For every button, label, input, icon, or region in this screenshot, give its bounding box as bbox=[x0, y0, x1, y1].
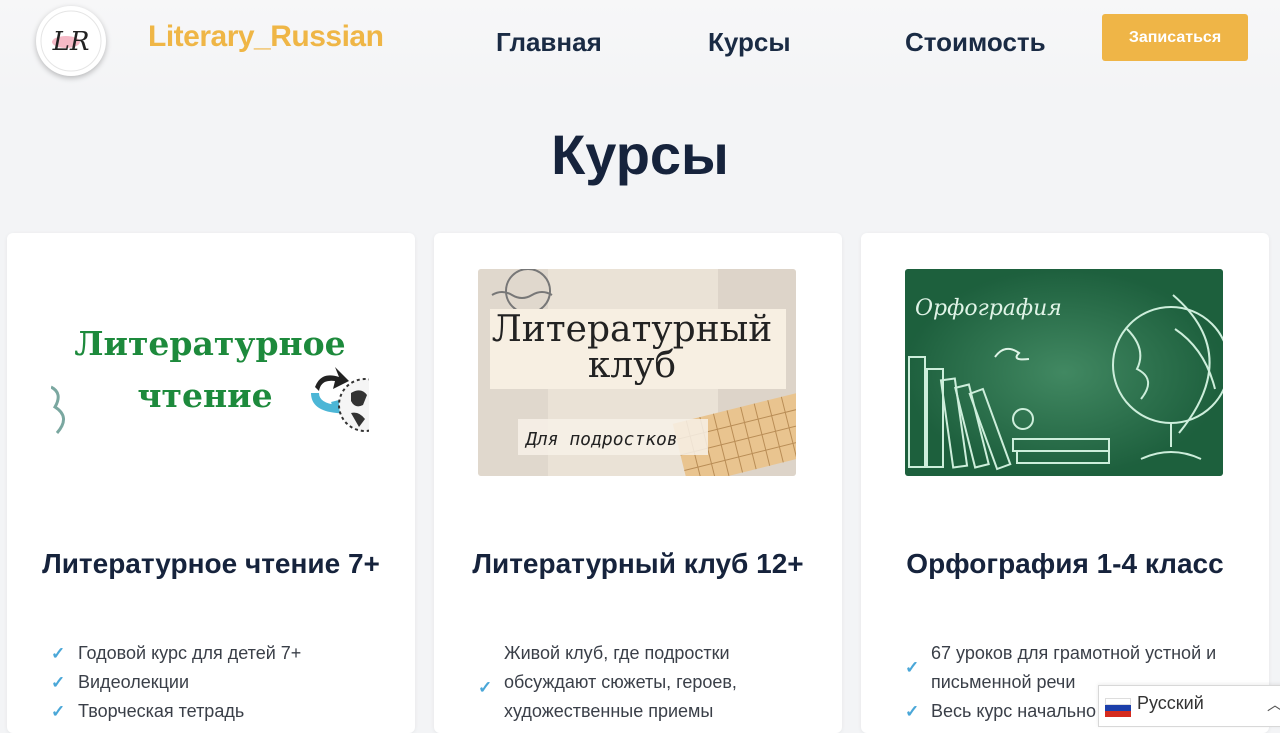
check-icon: ✓ bbox=[478, 678, 493, 697]
check-icon: ✓ bbox=[51, 644, 66, 663]
nav-pricing[interactable]: Стоимость bbox=[905, 27, 1046, 58]
language-switcher[interactable]: Русский ︿ bbox=[1098, 685, 1280, 727]
nav-home[interactable]: Главная bbox=[496, 27, 602, 58]
svg-text:Литературный: Литературный bbox=[492, 309, 773, 350]
check-icon: ✓ bbox=[51, 702, 66, 721]
course-image[interactable]: Литературный клуб Для подростков bbox=[478, 269, 796, 476]
list-item: ✓ Творческая тетрадь bbox=[51, 697, 381, 726]
svg-text:Для подростков: Для подростков bbox=[524, 429, 678, 450]
svg-text:чтение: чтение bbox=[137, 376, 272, 415]
language-label: Русский bbox=[1137, 693, 1204, 713]
spelling-chalkboard-illustration: Орфография bbox=[905, 269, 1223, 476]
svg-text:Литературное: Литературное bbox=[74, 324, 345, 363]
logo-icon: LR bbox=[40, 10, 102, 72]
course-title[interactable]: Литературное чтение 7+ bbox=[27, 547, 395, 580]
signup-button[interactable]: Записаться bbox=[1102, 14, 1248, 61]
course-image[interactable]: Орфография bbox=[905, 269, 1223, 476]
list-item: ✓ Видеолекции bbox=[51, 668, 381, 697]
check-icon: ✓ bbox=[51, 673, 66, 692]
check-icon: ✓ bbox=[905, 658, 920, 677]
russia-flag-icon bbox=[1105, 698, 1131, 717]
check-icon: ✓ bbox=[905, 702, 920, 721]
svg-text:клуб: клуб bbox=[588, 345, 676, 386]
chevron-icon: ︿ bbox=[1267, 691, 1280, 715]
site-header: LR Literary_Russian Главная Курсы Стоимо… bbox=[0, 0, 1280, 95]
list-item: ✓ Живой клуб, где подростки обсуждают сюж… bbox=[478, 643, 737, 721]
course-card[interactable]: Литературное чтение Литературное чтение … bbox=[7, 233, 415, 733]
nav-courses[interactable]: Курсы bbox=[708, 27, 791, 58]
course-title[interactable]: Литературный клуб 12+ bbox=[454, 547, 822, 580]
course-features: ✓ Живой клуб, где подростки обсуждают сюж… bbox=[478, 639, 808, 726]
literary-club-illustration: Литературный клуб Для подростков bbox=[478, 269, 796, 476]
course-features: ✓ Годовой курс для детей 7+ ✓ Видеолекции … bbox=[51, 639, 381, 726]
brand-name[interactable]: Literary_Russian bbox=[148, 20, 384, 54]
course-title[interactable]: Орфография 1-4 класс bbox=[881, 547, 1249, 580]
list-item: ✓ Годовой курс для детей 7+ bbox=[51, 639, 381, 668]
page-title: Курсы bbox=[551, 123, 729, 186]
course-card[interactable]: Орфография Орфография 1-4 класс ✓ 67 урок… bbox=[861, 233, 1269, 733]
course-image[interactable]: Литературное чтение bbox=[51, 269, 369, 476]
literary-reading-illustration: Литературное чтение bbox=[51, 269, 369, 476]
svg-text:LR: LR bbox=[52, 27, 90, 57]
course-card[interactable]: Литературный клуб Для подростков Литерат… bbox=[434, 233, 842, 733]
logo[interactable]: LR bbox=[36, 6, 106, 76]
svg-text:Орфография: Орфография bbox=[915, 296, 1062, 321]
